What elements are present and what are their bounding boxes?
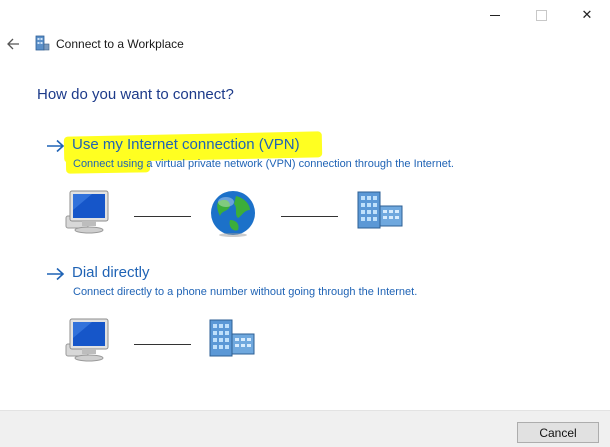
window-title: Connect to a Workplace (56, 37, 184, 51)
back-arrow-icon[interactable] (6, 37, 20, 51)
computer-icon (65, 318, 109, 362)
internet-globe-icon (211, 191, 255, 237)
dialog-footer: Cancel (0, 410, 610, 447)
connection-line (134, 216, 191, 217)
vpn-option-title[interactable]: Use my Internet connection (VPN) (72, 136, 300, 153)
maximize-button[interactable] (518, 0, 564, 30)
page-title: How do you want to connect? (37, 86, 234, 103)
vpn-option-description: Connect using a virtual private network … (73, 158, 454, 170)
workplace-server-icon (209, 319, 255, 357)
computer-icon (65, 190, 109, 234)
workplace-server-icon (357, 191, 403, 229)
connection-line (134, 344, 191, 345)
close-icon: ✕ (581, 7, 593, 22)
cancel-button[interactable]: Cancel (517, 422, 599, 443)
dial-option-description: Connect directly to a phone number witho… (73, 286, 418, 298)
title-bar: ✕ (0, 0, 610, 32)
right-arrow-icon (47, 267, 65, 281)
window-header: Connect to a Workplace (0, 32, 610, 58)
workplace-icon (35, 35, 50, 51)
minimize-button[interactable] (472, 0, 518, 30)
dial-option-title[interactable]: Dial directly (72, 264, 150, 281)
minimize-icon (490, 14, 500, 16)
close-button[interactable]: ✕ (564, 0, 610, 30)
connection-line (281, 216, 338, 217)
maximize-icon (535, 9, 547, 21)
right-arrow-icon (47, 139, 65, 153)
